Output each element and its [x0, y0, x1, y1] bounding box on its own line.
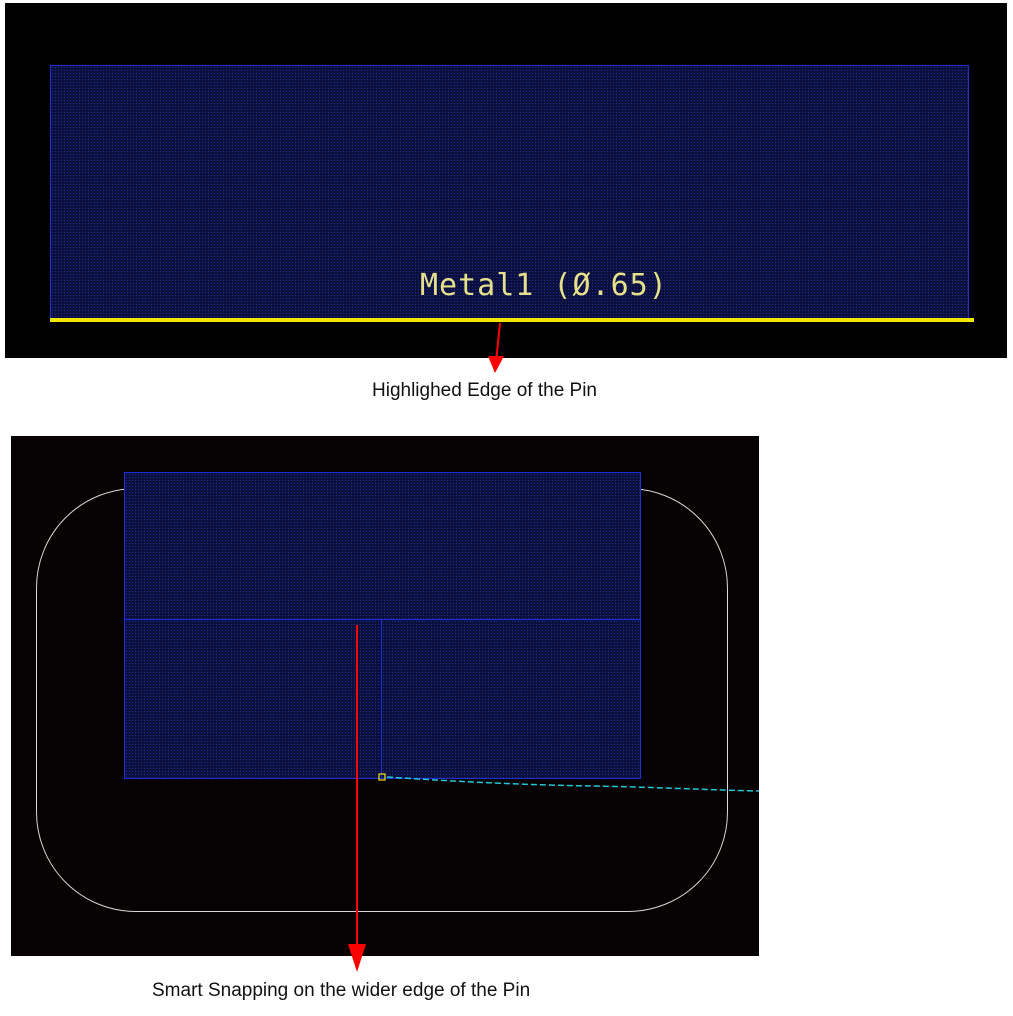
- layout-canvas-top[interactable]: Metal1 (Ø.65): [5, 3, 1007, 358]
- lower-right-pin-shape[interactable]: [381, 619, 641, 779]
- caption-top: Highlighed Edge of the Pin: [372, 380, 597, 401]
- pin-layer-label: Metal1 (Ø.65): [420, 268, 668, 303]
- upper-pin-shape[interactable]: [124, 472, 641, 621]
- lower-left-pin-shape[interactable]: [124, 619, 383, 779]
- layout-canvas-bottom[interactable]: [11, 436, 759, 956]
- highlighted-pin-edge[interactable]: [50, 318, 974, 322]
- caption-bottom: Smart Snapping on the wider edge of the …: [152, 980, 531, 1001]
